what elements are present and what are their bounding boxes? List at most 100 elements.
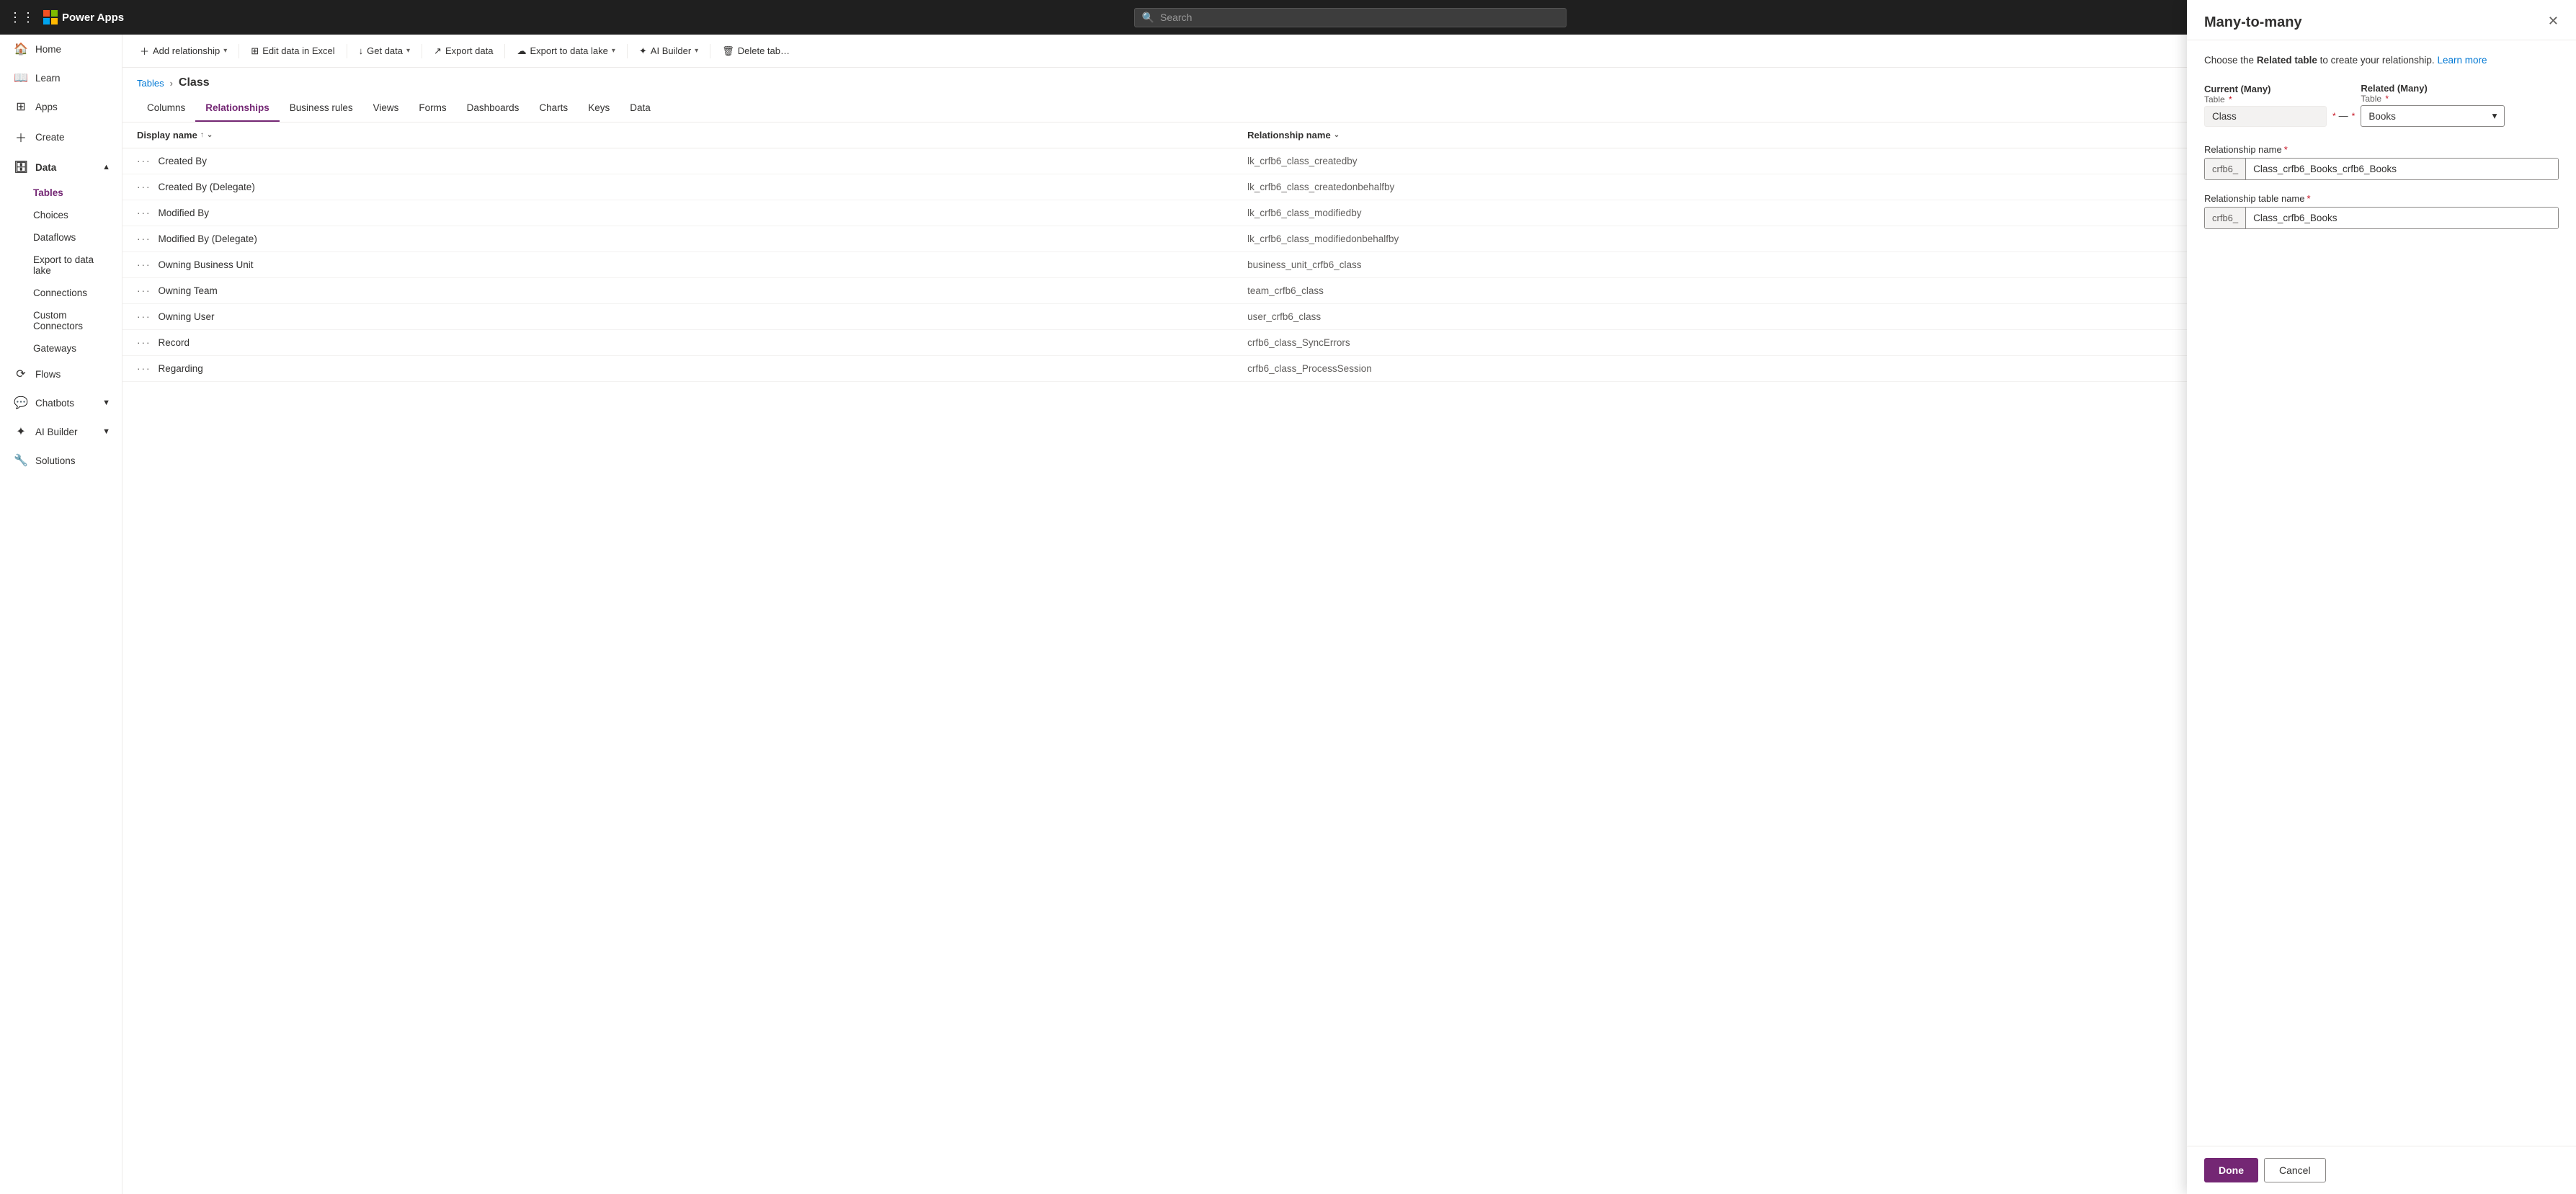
tab-dashboards[interactable]: Dashboards: [457, 95, 530, 122]
sidebar-item-label: Apps: [35, 102, 58, 112]
row-actions-dots[interactable]: ···: [137, 233, 151, 244]
tab-views[interactable]: Views: [363, 95, 409, 122]
sidebar-item-label: Flows: [35, 369, 61, 380]
sidebar-item-chatbots[interactable]: 💬 Chatbots ▼: [0, 388, 122, 417]
display-name-value: Regarding: [159, 363, 203, 374]
delete-icon: 🗑: [722, 45, 734, 57]
breadcrumb-current: Class: [179, 76, 210, 89]
filter-icon-display-name[interactable]: ⌄: [207, 131, 213, 139]
ms-red-square: [43, 10, 50, 17]
sidebar-item-home[interactable]: 🏠 Home: [0, 35, 122, 63]
sidebar-item-dataflows[interactable]: Dataflows: [33, 226, 122, 249]
tab-business-rules[interactable]: Business rules: [280, 95, 363, 122]
row-actions-dots[interactable]: ···: [137, 285, 151, 296]
export-data-label: Export data: [445, 45, 494, 56]
select-chevron-icon: ▾: [2492, 110, 2497, 122]
row-actions-dots[interactable]: ···: [137, 208, 151, 218]
learn-more-link[interactable]: Learn more: [2437, 55, 2487, 66]
cell-display-name: ··· Owning Team: [122, 278, 1233, 304]
sidebar-item-export-data-lake[interactable]: Export to data lake: [33, 249, 122, 282]
col-header-display-name[interactable]: Display name ↑ ⌄: [122, 122, 1233, 148]
delete-table-button[interactable]: 🗑 Delete tab…: [716, 42, 795, 61]
rel-table-name-input[interactable]: [2246, 208, 2558, 228]
related-table-bold: Related table: [2257, 55, 2317, 66]
related-table-label: Table *: [2361, 94, 2505, 104]
excel-icon: ⊞: [251, 45, 259, 57]
done-button[interactable]: Done: [2204, 1158, 2258, 1182]
row-actions-dots[interactable]: ···: [137, 363, 151, 374]
row-actions-dots[interactable]: ···: [137, 311, 151, 322]
sidebar-item-tables[interactable]: Tables: [33, 182, 122, 204]
tab-forms[interactable]: Forms: [409, 95, 456, 122]
edit-data-excel-label: Edit data in Excel: [262, 45, 334, 56]
row-actions-dots[interactable]: ···: [137, 337, 151, 348]
export-data-lake-label: Export to data lake: [530, 45, 607, 56]
sidebar-item-solutions[interactable]: 🔧 Solutions: [0, 446, 122, 475]
related-table-group: Related (Many) Table * Books ▾: [2361, 83, 2505, 127]
waffle-menu-icon[interactable]: ⋮⋮: [9, 10, 35, 25]
add-relationship-button[interactable]: ＋ Add relationship ▾: [134, 40, 233, 61]
data-sub-menu: Tables Choices Dataflows Export to data …: [0, 182, 122, 360]
get-data-caret: ▾: [406, 47, 410, 55]
sidebar-item-connections[interactable]: Connections: [33, 282, 122, 304]
sidebar-item-choices[interactable]: Choices: [33, 204, 122, 226]
cell-display-name: ··· Regarding: [122, 356, 1233, 382]
dash-line: —: [2339, 110, 2349, 121]
sidebar-item-custom-connectors[interactable]: Custom Connectors: [33, 304, 122, 337]
related-table-select[interactable]: Books ▾: [2361, 105, 2505, 127]
cell-display-name: ··· Created By (Delegate): [122, 174, 1233, 200]
ms-logo-icon: [43, 10, 58, 24]
get-data-icon: ↓: [359, 45, 364, 56]
get-data-button[interactable]: ↓ Get data ▾: [353, 42, 416, 60]
breadcrumb-tables-link[interactable]: Tables: [137, 78, 164, 89]
related-required-marker: *: [2385, 94, 2389, 104]
create-icon: ＋: [14, 128, 28, 146]
panel-header: Many-to-many ✕: [2187, 35, 2576, 40]
display-name-value: Modified By (Delegate): [159, 233, 257, 244]
search-input[interactable]: [1160, 12, 1559, 23]
row-actions-dots[interactable]: ···: [137, 259, 151, 270]
export-data-lake-button[interactable]: ☁ Export to data lake ▾: [511, 42, 620, 61]
relationship-name-field: Relationship name * crfb6_: [2204, 144, 2559, 180]
rel-name-input[interactable]: [2246, 159, 2558, 179]
ai-builder-button[interactable]: ✦ AI Builder ▾: [633, 42, 704, 61]
rel-name-label: Relationship name *: [2204, 144, 2559, 155]
sidebar-item-apps[interactable]: ⊞ Apps: [0, 92, 122, 121]
row-actions-dots[interactable]: ···: [137, 182, 151, 192]
rel-connector: * — *: [2327, 110, 2361, 127]
export-data-icon: ↗: [434, 45, 442, 57]
cancel-button[interactable]: Cancel: [2264, 1158, 2326, 1182]
sidebar-item-ai-builder[interactable]: ✦ AI Builder ▼: [0, 417, 122, 446]
tab-columns[interactable]: Columns: [137, 95, 195, 122]
tab-charts[interactable]: Charts: [529, 95, 578, 122]
sidebar-item-gateways[interactable]: Gateways: [33, 337, 122, 360]
sidebar-item-data[interactable]: 🗄 Data ▲: [0, 153, 122, 182]
sidebar-item-learn[interactable]: 📖 Learn: [0, 63, 122, 92]
search-bar[interactable]: 🔍: [1134, 8, 1566, 27]
tab-relationships[interactable]: Relationships: [195, 95, 280, 122]
rel-name-input-wrapper: crfb6_: [2204, 158, 2559, 180]
ai-builder-label: AI Builder: [651, 45, 691, 56]
cell-display-name: ··· Modified By (Delegate): [122, 226, 1233, 252]
ms-yellow-square: [51, 18, 58, 24]
row-actions-dots[interactable]: ···: [137, 156, 151, 166]
rel-tables-row: Current (Many) Table * Class * — * Relat…: [2204, 83, 2559, 127]
toolbar-sep-4: [504, 44, 505, 58]
export-lake-caret: ▾: [612, 47, 615, 55]
tab-keys[interactable]: Keys: [578, 95, 620, 122]
current-table-input: Class: [2204, 106, 2327, 127]
edit-data-excel-button[interactable]: ⊞ Edit data in Excel: [245, 42, 340, 61]
sidebar-item-flows[interactable]: ⟳ Flows: [0, 360, 122, 388]
main-layout: 🏠 Home 📖 Learn ⊞ Apps ＋ Create 🗄 Data ▲ …: [0, 35, 2576, 1194]
tables-label: Tables: [33, 187, 63, 198]
rel-table-name-input-wrapper: crfb6_: [2204, 207, 2559, 229]
export-data-button[interactable]: ↗ Export data: [428, 42, 499, 61]
sidebar-item-create[interactable]: ＋ Create: [0, 121, 122, 153]
sort-icon-display-name[interactable]: ↑: [200, 131, 204, 139]
ai-builder-icon: ✦: [14, 424, 28, 439]
current-section-label: Current (Many): [2204, 84, 2327, 94]
filter-icon-rel-name[interactable]: ⌄: [1334, 131, 1340, 139]
tab-data[interactable]: Data: [620, 95, 661, 122]
related-section-label: Related (Many): [2361, 83, 2505, 94]
add-relationship-caret: ▾: [223, 47, 227, 55]
